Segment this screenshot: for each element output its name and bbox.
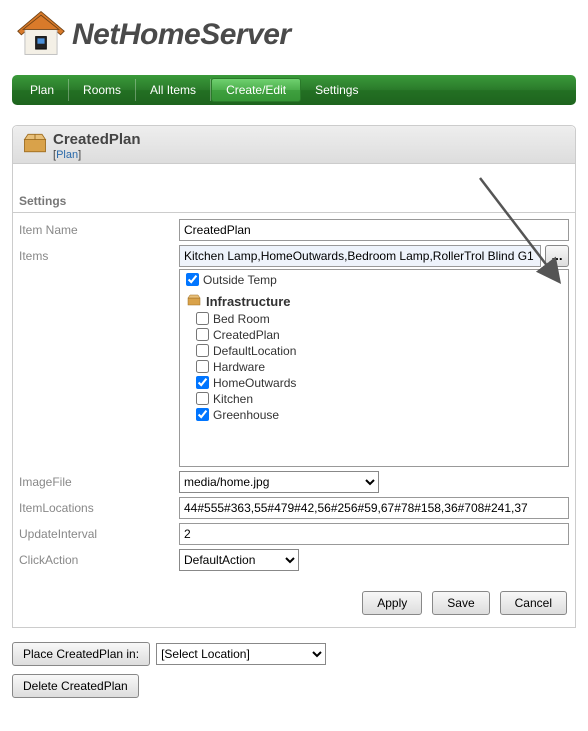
list-item[interactable]: Bed Room <box>186 311 562 327</box>
list-item[interactable]: CreatedPlan <box>186 327 562 343</box>
panel-title: CreatedPlan <box>53 132 141 149</box>
label-items: Items <box>19 245 179 263</box>
nav-settings[interactable]: Settings <box>301 79 372 101</box>
list-item[interactable]: HomeOutwards <box>186 375 562 391</box>
label-update-interval: UpdateInterval <box>19 523 179 541</box>
input-item-name[interactable] <box>179 219 569 241</box>
checkbox[interactable] <box>196 328 209 341</box>
items-listbox[interactable]: Outside Temp Infrastructure Bed RoomCrea… <box>179 269 569 467</box>
select-image-file[interactable]: media/home.jpg <box>179 471 379 493</box>
panel-header: CreatedPlan [Plan] <box>13 126 575 164</box>
checkbox[interactable] <box>196 392 209 405</box>
nav-rooms[interactable]: Rooms <box>69 79 136 101</box>
input-items[interactable] <box>179 245 541 267</box>
form: Item Name Items ... Outside Temp <box>13 217 575 619</box>
main-nav: Plan Rooms All Items Create/Edit Setting… <box>12 75 576 105</box>
cancel-button[interactable]: Cancel <box>500 591 567 615</box>
group-infrastructure: Infrastructure <box>186 288 562 311</box>
checkbox[interactable] <box>186 273 199 286</box>
browse-items-button[interactable]: ... <box>545 245 569 267</box>
list-item[interactable]: Kitchen <box>186 391 562 407</box>
checkbox[interactable] <box>196 344 209 357</box>
checkbox[interactable] <box>196 408 209 421</box>
type-link[interactable]: Plan <box>56 149 78 161</box>
nav-plan[interactable]: Plan <box>16 79 69 101</box>
home-icon <box>12 8 70 61</box>
select-click-action[interactable]: DefaultAction <box>179 549 299 571</box>
section-settings: Settings <box>13 164 575 213</box>
package-icon <box>186 294 202 309</box>
app-title: NetHomeServer <box>72 18 291 52</box>
label-item-locations: ItemLocations <box>19 497 179 515</box>
label-click-action: ClickAction <box>19 549 179 567</box>
label-image-file: ImageFile <box>19 471 179 489</box>
input-item-locations[interactable] <box>179 497 569 519</box>
list-item[interactable]: Outside Temp <box>186 272 562 288</box>
list-item[interactable]: Greenhouse <box>186 407 562 423</box>
delete-button[interactable]: Delete CreatedPlan <box>12 674 139 698</box>
select-location[interactable]: [Select Location] <box>156 643 326 665</box>
nav-all-items[interactable]: All Items <box>136 79 211 101</box>
package-icon <box>21 132 53 157</box>
list-item[interactable]: DefaultLocation <box>186 343 562 359</box>
panel-type: [Plan] <box>53 149 141 161</box>
label-item-name: Item Name <box>19 219 179 237</box>
place-button[interactable]: Place CreatedPlan in: <box>12 642 150 666</box>
header: NetHomeServer <box>0 0 588 65</box>
checkbox[interactable] <box>196 312 209 325</box>
checkbox[interactable] <box>196 376 209 389</box>
input-update-interval[interactable] <box>179 523 569 545</box>
apply-button[interactable]: Apply <box>362 591 422 615</box>
edit-panel: CreatedPlan [Plan] Settings Item Name It… <box>12 125 576 628</box>
checkbox[interactable] <box>196 360 209 373</box>
save-button[interactable]: Save <box>432 591 489 615</box>
list-item[interactable]: Hardware <box>186 359 562 375</box>
nav-create-edit[interactable]: Create/Edit <box>211 78 301 102</box>
